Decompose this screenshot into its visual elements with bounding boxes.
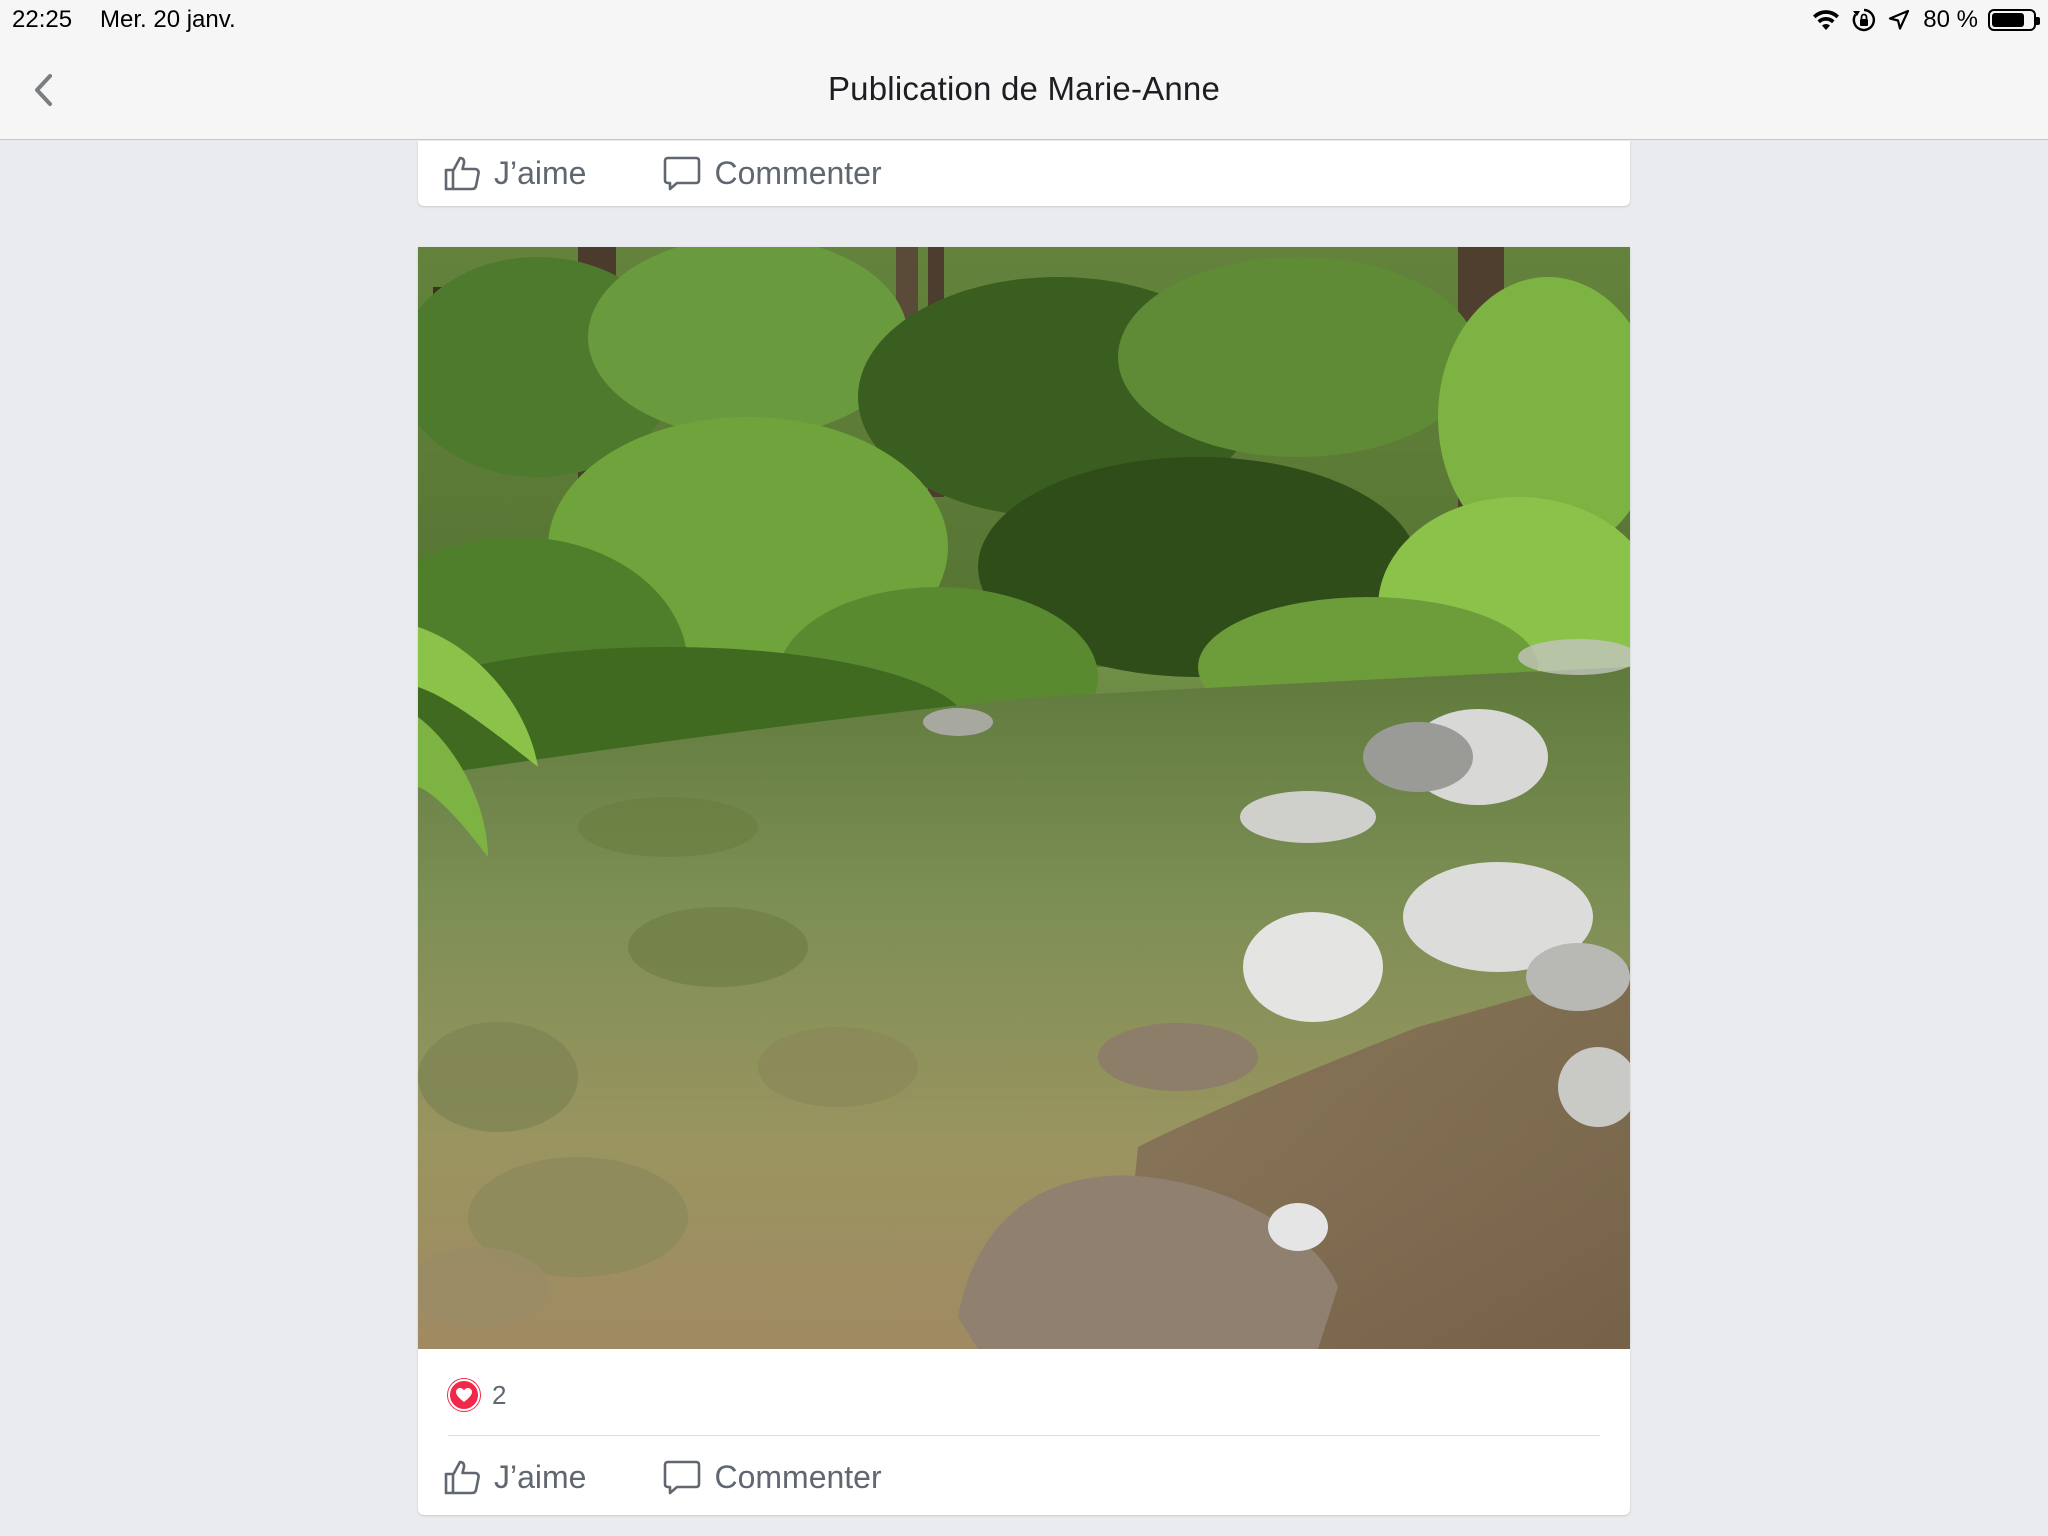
wifi-icon [1811, 8, 1841, 32]
like-label: J’aime [494, 154, 587, 191]
divider [448, 1435, 1600, 1436]
like-button[interactable]: J’aime [442, 153, 586, 193]
orientation-lock-icon [1851, 7, 1877, 33]
battery-icon [1988, 9, 2040, 31]
battery-level [1992, 13, 2024, 27]
battery-percent: 80 % [1923, 6, 1978, 33]
action-row: J’aime Commenter [442, 143, 958, 203]
location-icon [1887, 8, 1911, 32]
comment-label: Commenter [714, 154, 882, 191]
navigation-bar: Publication de Marie-Anne [0, 40, 2048, 140]
river-stream-forest-photo [418, 247, 1630, 1349]
status-indicators: 80 % [1811, 4, 2040, 36]
comment-button[interactable]: Commenter [662, 153, 882, 193]
page-title: Publication de Marie-Anne [827, 70, 1221, 107]
reactions-summary[interactable]: 2 [448, 1379, 506, 1411]
previous-post-actions-card: J’aime Commenter [418, 141, 1630, 206]
reaction-count: 2 [492, 1379, 507, 1410]
status-time: 22:25 [12, 6, 73, 33]
thumbs-up-icon [444, 1460, 480, 1495]
action-row: J’aime Commenter [442, 1447, 958, 1507]
like-label: J’aime [494, 1458, 587, 1495]
post-photo[interactable] [418, 247, 1630, 1349]
comment-bubble-icon [664, 1460, 701, 1495]
comment-label: Commenter [714, 1458, 882, 1495]
post-card: 2 J’aime Commenter [418, 247, 1630, 1515]
status-bar: 22:25 Mer. 20 janv. 80 % [0, 0, 2048, 40]
comment-bubble-icon [664, 156, 701, 191]
heart-icon [448, 1379, 480, 1411]
status-date: Mer. 20 janv. [100, 6, 236, 33]
thumbs-up-icon [444, 156, 480, 191]
like-button[interactable]: J’aime [442, 1457, 586, 1497]
comment-button[interactable]: Commenter [662, 1457, 882, 1497]
